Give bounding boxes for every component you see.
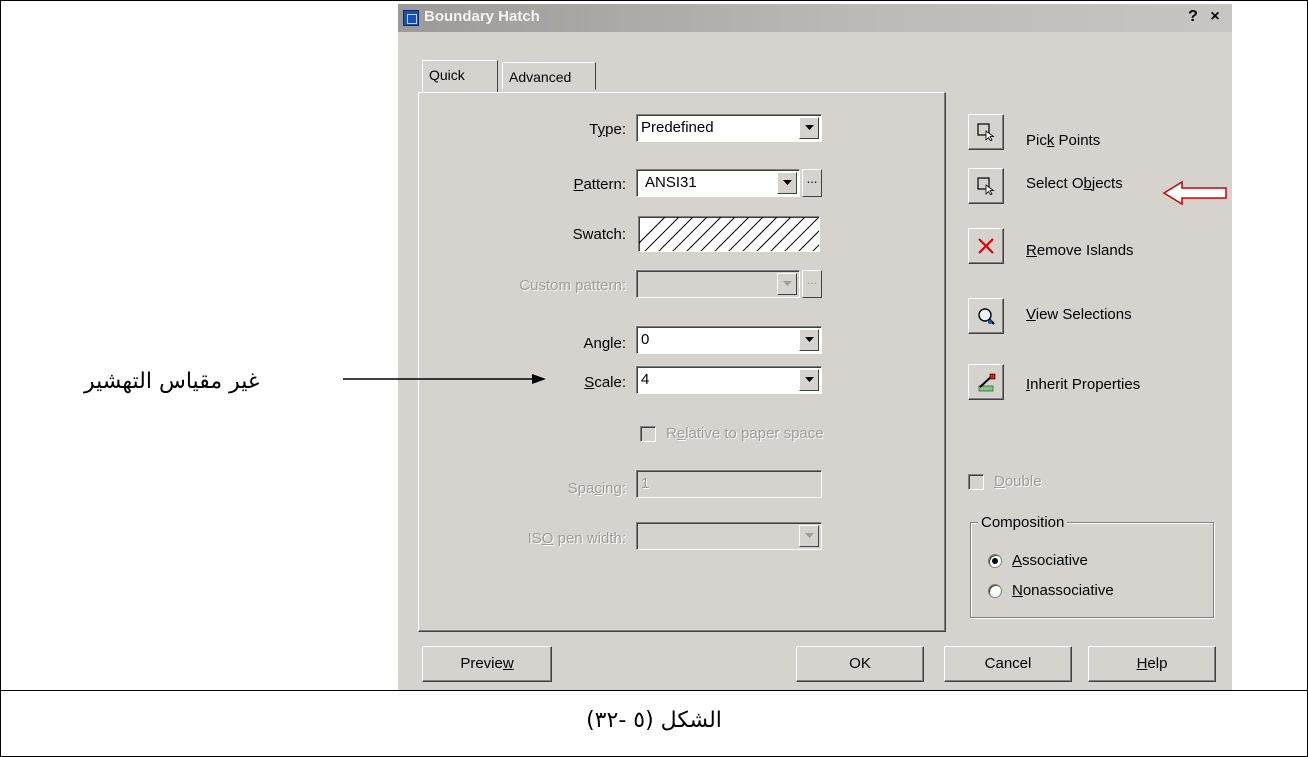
double-checkbox [968,474,984,490]
associative-label: Associative [1012,552,1088,569]
tab-quick-label: Quick [429,67,465,83]
tab-quick[interactable]: Quick [422,60,498,92]
inherit-properties-icon [978,373,996,392]
nonassociative-label: Nonassociative [1012,582,1114,599]
inherit-properties-button[interactable] [968,364,1004,400]
cancel-button[interactable]: Cancel [944,646,1072,682]
scale-annotation: غير مقياس التهشير [84,369,260,394]
app-icon [403,10,419,26]
tab-advanced[interactable]: Advanced [502,62,596,90]
select-objects-icon [977,177,995,195]
pick-points-label: Pick Points [1026,132,1101,149]
pick-points-icon [977,123,995,141]
close-icon[interactable]: × [1206,8,1224,26]
inherit-properties-label: Inherit Properties [1026,376,1141,393]
boundary-hatch-dialog: Boundary Hatch ? × Quick Advanced Type: … [398,4,1232,690]
remove-islands-label: Remove Islands [1026,242,1134,259]
pick-points-button[interactable] [968,114,1004,150]
help-question-icon[interactable]: ? [1184,8,1202,26]
view-selections-icon [978,308,995,325]
tab-advanced-label: Advanced [509,69,572,85]
associative-radio[interactable] [988,554,1002,568]
quick-tab-panel [418,92,946,632]
dialog-title: Boundary Hatch [424,8,540,25]
title-bar[interactable]: Boundary Hatch ? × [398,4,1232,32]
remove-islands-button[interactable] [968,228,1004,264]
double-label: Double [994,473,1042,490]
preview-button[interactable]: Preview [422,646,552,682]
composition-group [970,522,1214,618]
select-objects-label: Select Objects [1026,175,1123,192]
select-objects-button[interactable] [968,168,1004,204]
remove-islands-icon [978,238,994,254]
ok-button[interactable]: OK [796,646,924,682]
figure-caption: الشكل (٥ -٣٢) [586,708,722,733]
caption-divider [0,690,1308,691]
view-selections-button[interactable] [968,298,1004,334]
view-selections-label: View Selections [1026,306,1132,323]
composition-title: Composition [978,514,1068,531]
help-button[interactable]: Help [1088,646,1216,682]
nonassociative-radio[interactable] [988,584,1002,598]
